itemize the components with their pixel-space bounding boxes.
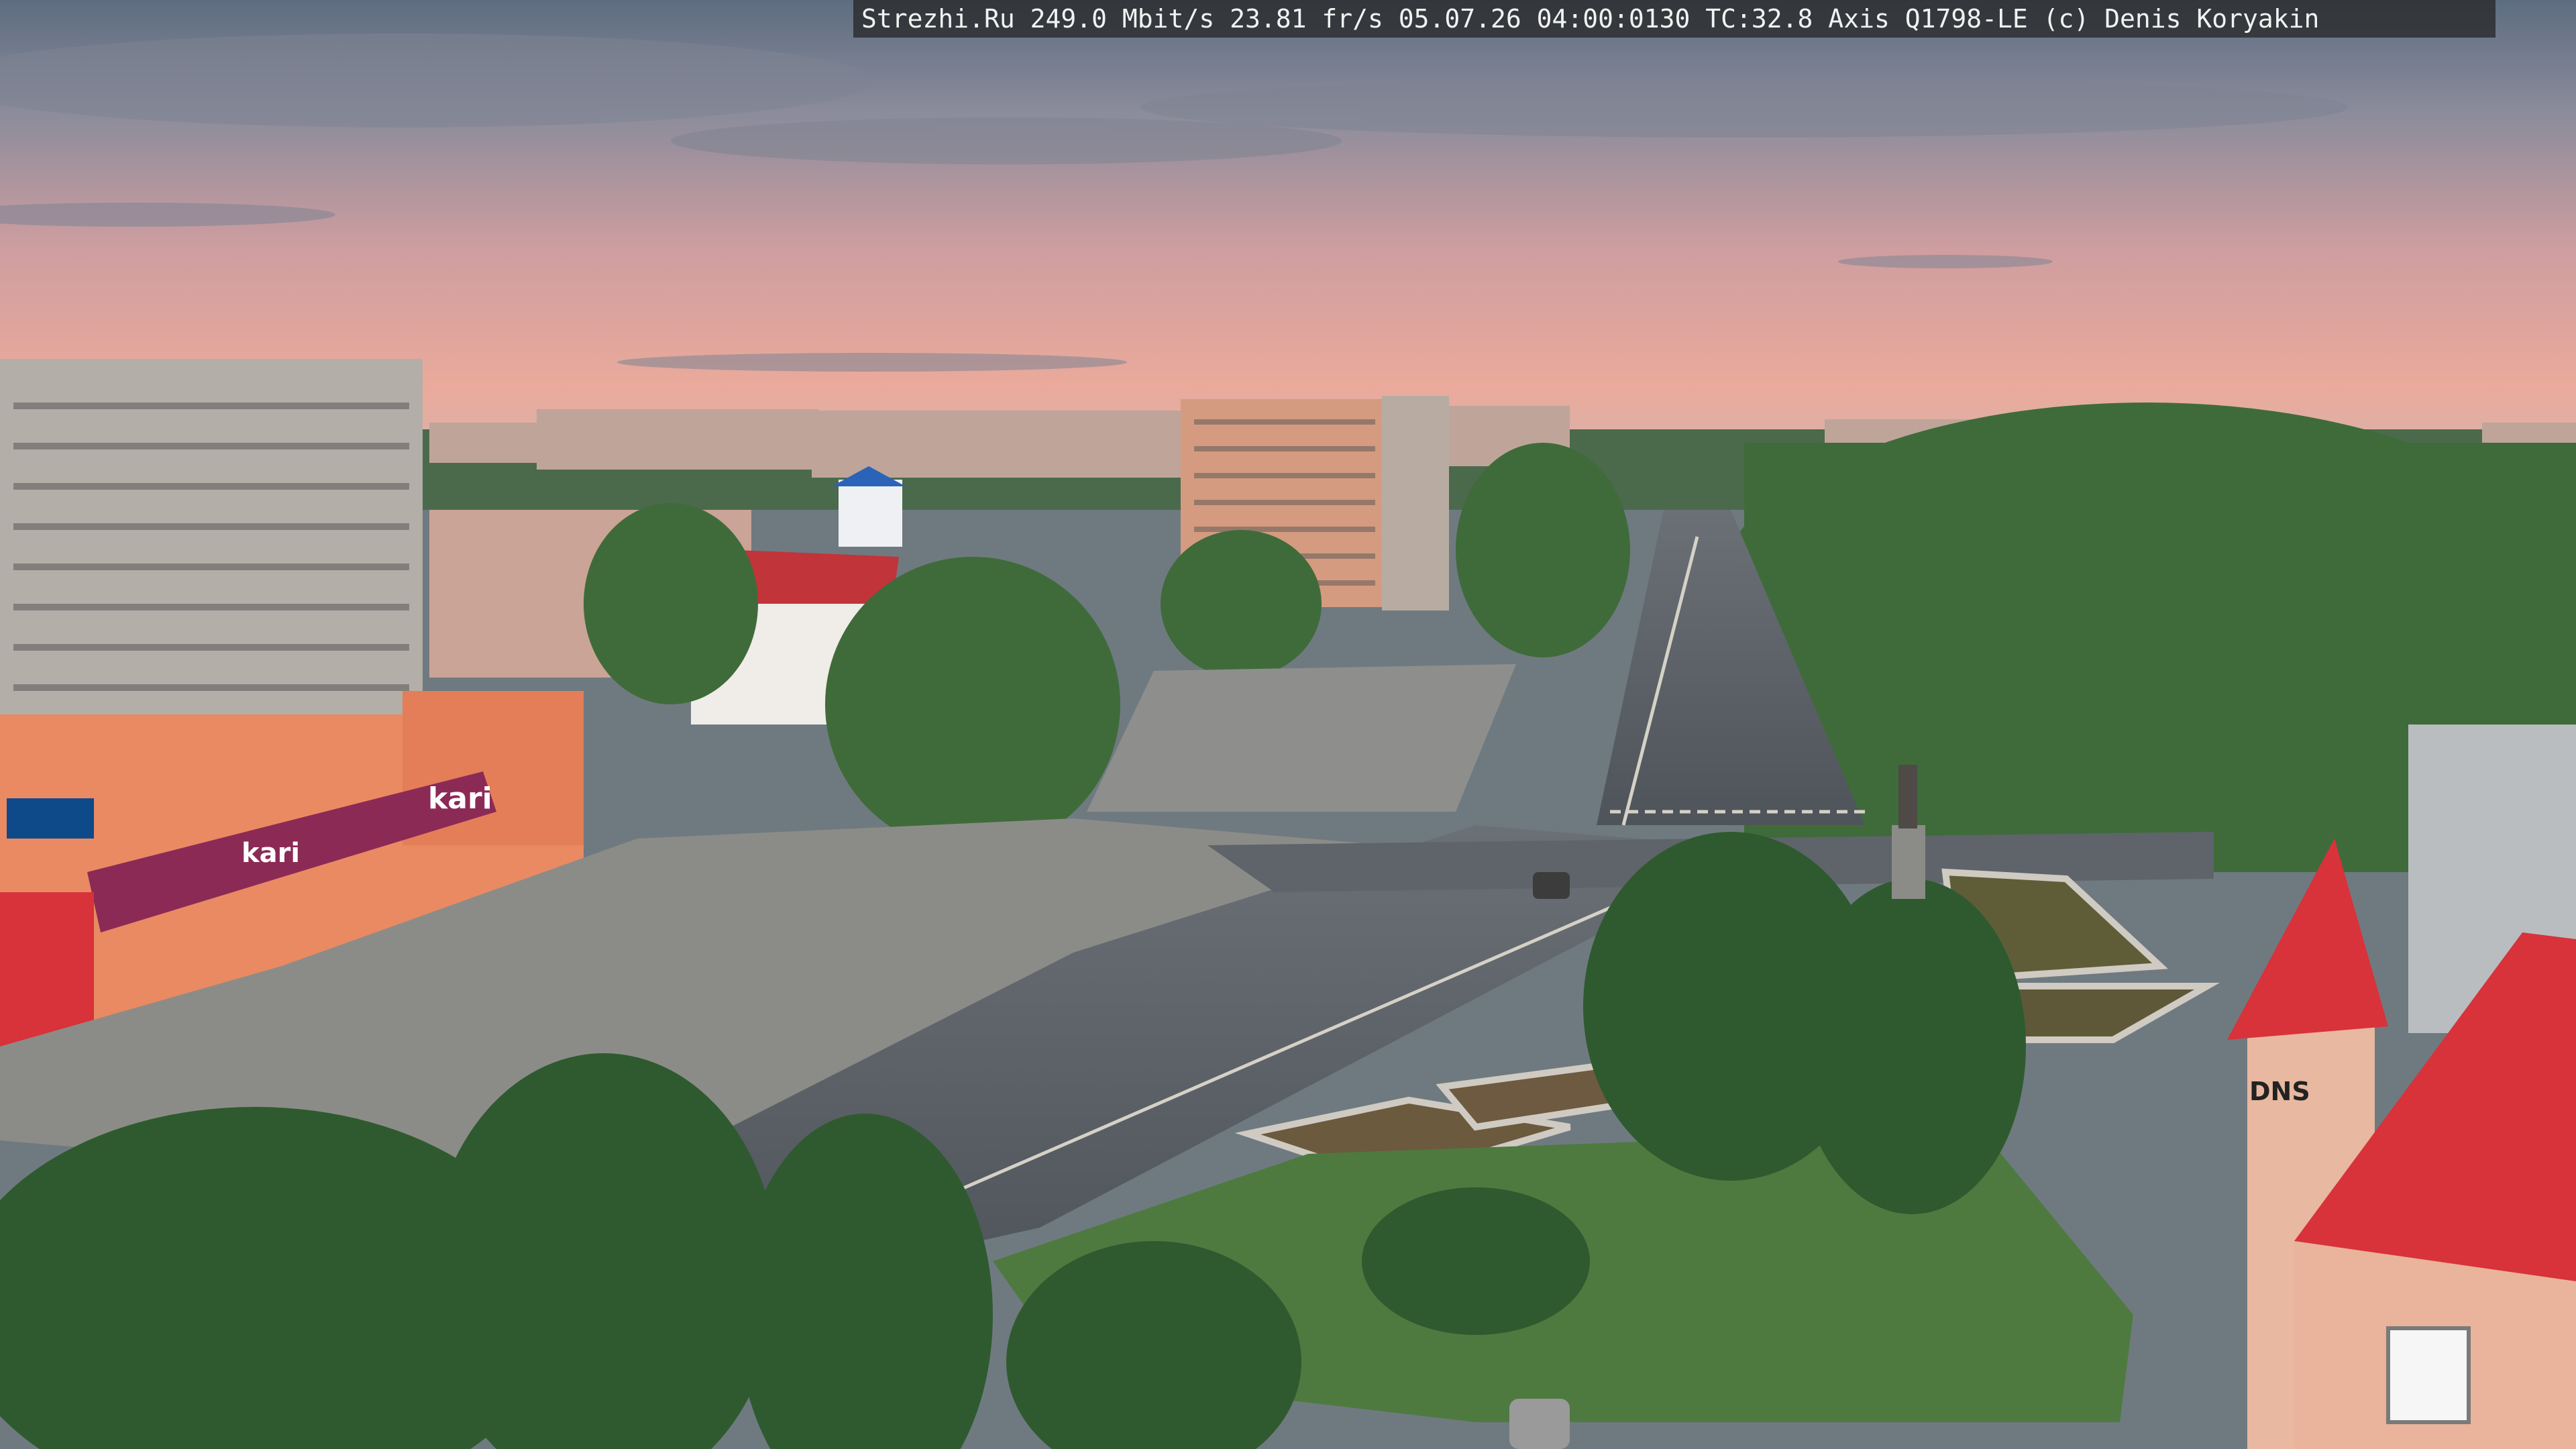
store-sign-secondary: kari	[241, 838, 300, 869]
webcam-scene: kari kari DNS	[0, 0, 2576, 1449]
camera-info-overlay: Strezhi.Ru 249.0 Mbit/s 23.81 fr/s 05.07…	[853, 0, 2496, 38]
store-sign-main: kari	[428, 782, 492, 816]
car	[1509, 1399, 1570, 1449]
upper-parking	[1087, 664, 1516, 812]
tower-shop-sign: DNS	[2249, 1077, 2310, 1106]
car-on-road	[1533, 872, 1570, 899]
left-panel-building	[0, 359, 423, 775]
